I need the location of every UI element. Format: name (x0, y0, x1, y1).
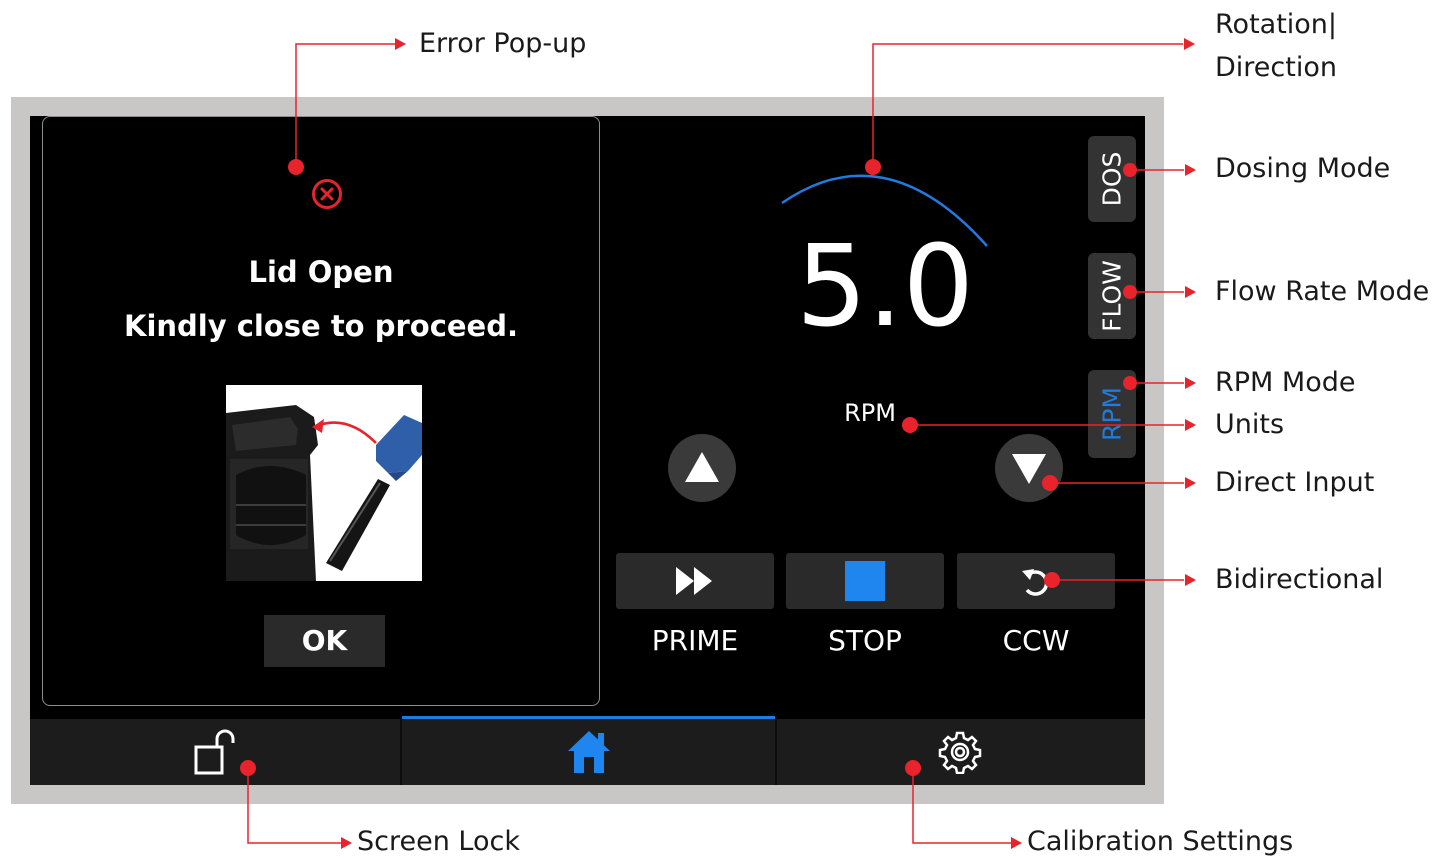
annotation-error-popup: Error Pop-up (419, 28, 587, 59)
annotation-rotation-direction-2: Direction (1215, 52, 1337, 83)
annotation-calibration-settings: Calibration Settings (1027, 826, 1294, 857)
annotation-dosing-mode: Dosing Mode (1215, 153, 1391, 184)
annotation-flow-rate-mode: Flow Rate Mode (1215, 276, 1430, 307)
annotation-direct-input: Direct Input (1215, 467, 1375, 498)
annotation-bidirectional: Bidirectional (1215, 564, 1384, 595)
annotation-rotation-direction-1: Rotation| (1215, 9, 1338, 40)
annotation-screen-lock: Screen Lock (357, 826, 520, 857)
annotation-rpm-mode: RPM Mode (1215, 367, 1356, 398)
annotation-units: Units (1215, 409, 1285, 440)
